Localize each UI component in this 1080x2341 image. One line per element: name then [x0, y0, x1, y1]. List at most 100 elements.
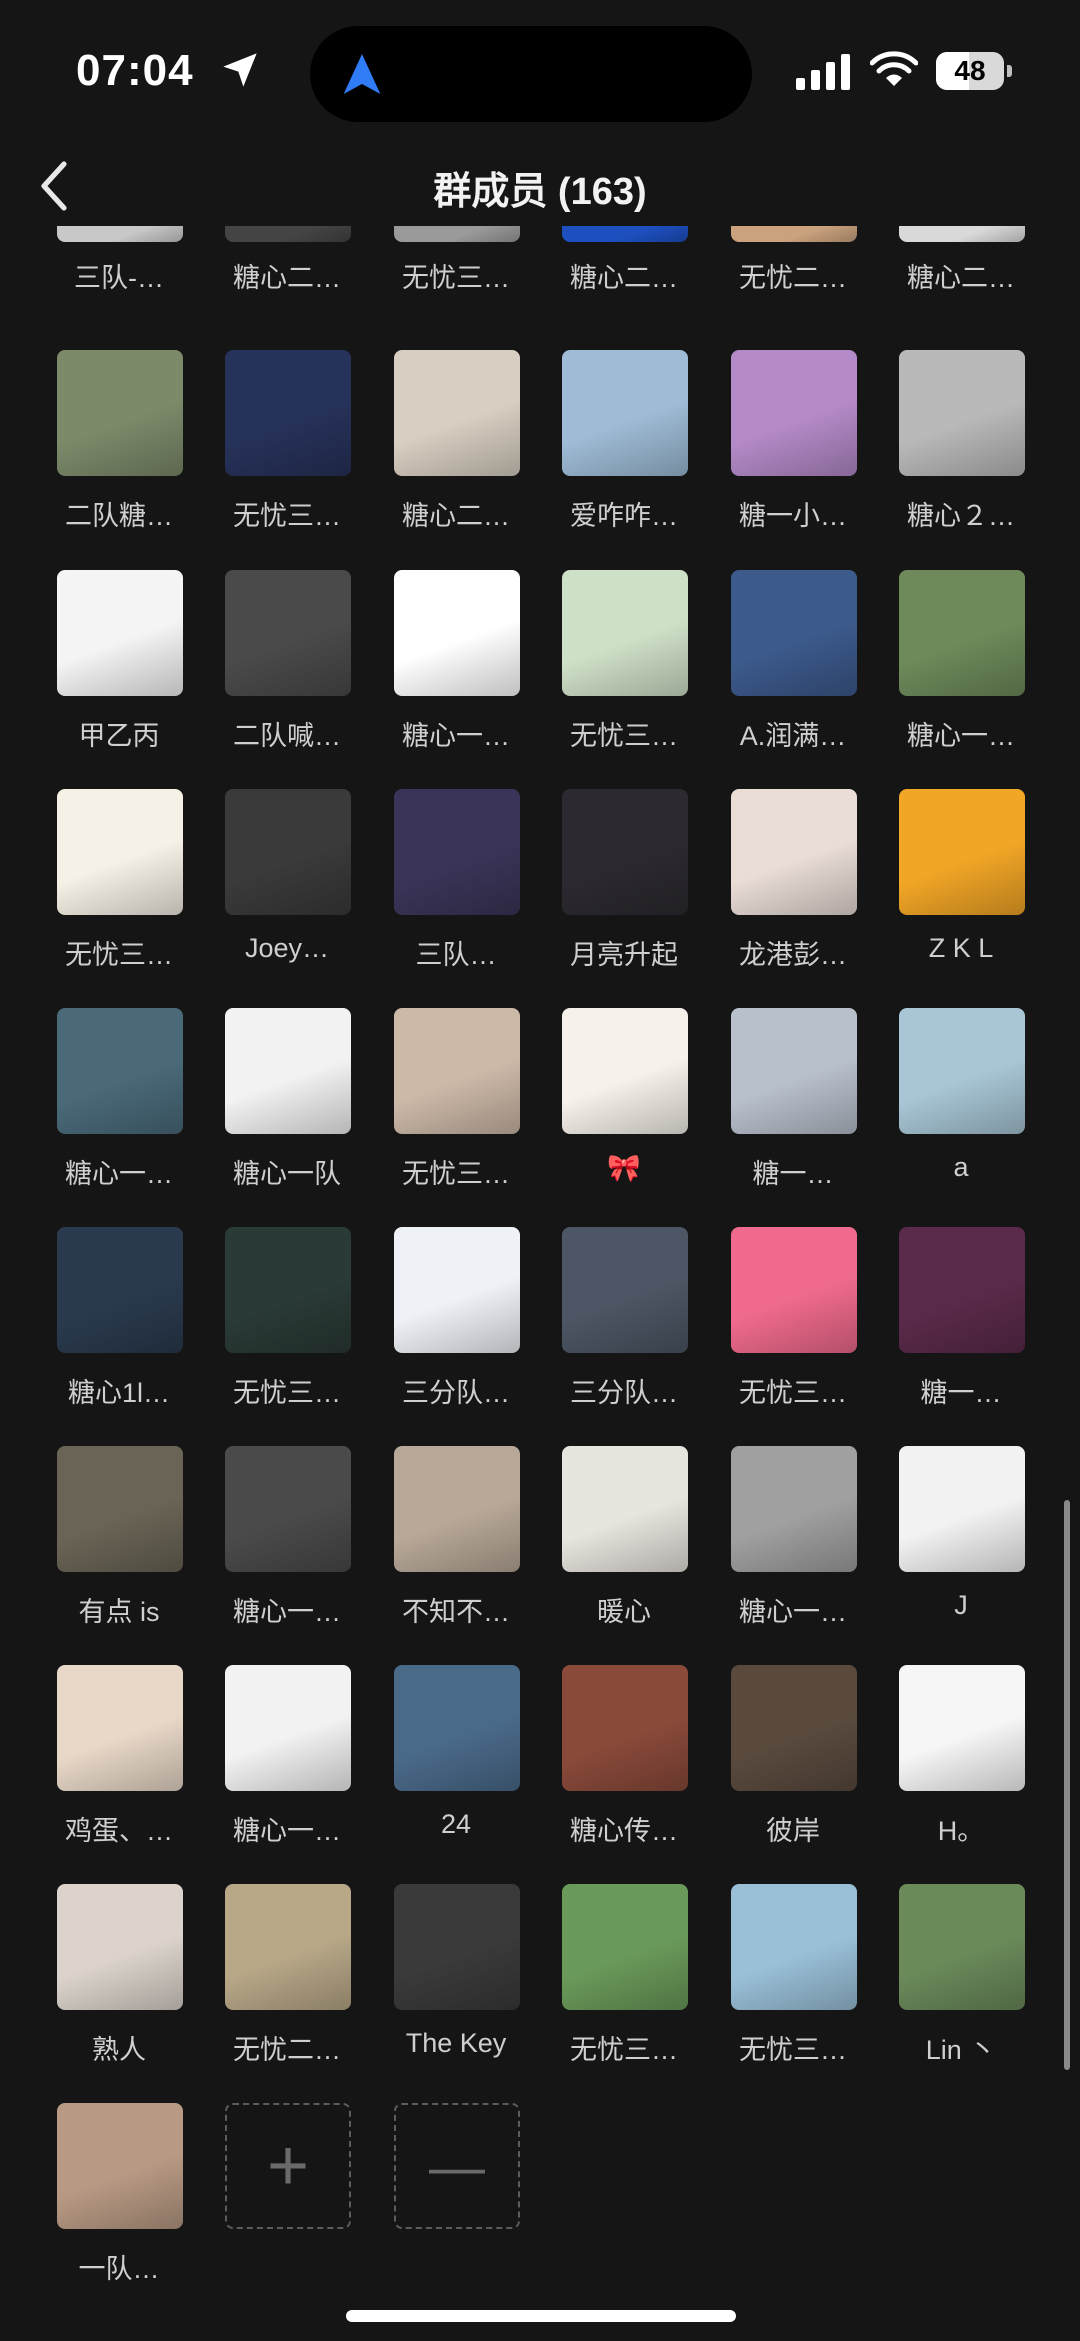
member-item[interactable]: 糖心一队: [203, 1008, 371, 1218]
remove-member-button[interactable]: —: [372, 2103, 540, 2313]
member-item[interactable]: 糖心二…: [203, 116, 371, 326]
scrollbar[interactable]: [1064, 1500, 1070, 2070]
member-avatar[interactable]: [394, 350, 520, 476]
member-avatar[interactable]: [57, 1227, 183, 1353]
member-item[interactable]: 糖心1l…: [35, 1227, 203, 1437]
member-avatar[interactable]: [225, 1884, 351, 2010]
member-avatar[interactable]: [394, 1227, 520, 1353]
member-item[interactable]: 无忧三…: [203, 350, 371, 560]
member-item[interactable]: H。: [877, 1665, 1045, 1875]
member-avatar[interactable]: [57, 1665, 183, 1791]
member-item[interactable]: 二队喊…: [203, 570, 371, 780]
member-item[interactable]: 糖心一…: [372, 570, 540, 780]
member-item[interactable]: 熟人: [35, 1884, 203, 2094]
member-avatar[interactable]: [394, 789, 520, 915]
member-avatar[interactable]: [225, 350, 351, 476]
member-item[interactable]: 龙港彭…: [709, 789, 877, 999]
member-item[interactable]: 糖心二…: [372, 350, 540, 560]
member-avatar[interactable]: [57, 1008, 183, 1134]
member-avatar[interactable]: [899, 789, 1025, 915]
member-avatar[interactable]: [225, 1008, 351, 1134]
member-avatar[interactable]: [731, 570, 857, 696]
member-item[interactable]: 无忧三…: [540, 570, 708, 780]
member-avatar[interactable]: [731, 1446, 857, 1572]
member-item[interactable]: 不知不…: [372, 1446, 540, 1656]
member-item[interactable]: 糖心一…: [877, 570, 1045, 780]
member-item[interactable]: 糖心２…: [877, 350, 1045, 560]
member-item[interactable]: A.润满…: [709, 570, 877, 780]
member-avatar[interactable]: [731, 789, 857, 915]
member-avatar[interactable]: [562, 1008, 688, 1134]
member-avatar[interactable]: [731, 1008, 857, 1134]
member-avatar[interactable]: [731, 226, 857, 242]
member-avatar[interactable]: [225, 1227, 351, 1353]
member-avatar[interactable]: [731, 350, 857, 476]
member-avatar[interactable]: [562, 1884, 688, 2010]
add-member-button[interactable]: +: [203, 2103, 371, 2313]
member-avatar[interactable]: [57, 350, 183, 476]
member-avatar[interactable]: [225, 1446, 351, 1572]
member-avatar[interactable]: [899, 1008, 1025, 1134]
member-item[interactable]: 三分队…: [372, 1227, 540, 1437]
member-item[interactable]: 糖心一…: [203, 1446, 371, 1656]
member-item[interactable]: 无忧二…: [709, 116, 877, 326]
member-avatar[interactable]: [57, 2103, 183, 2229]
member-avatar[interactable]: [394, 1008, 520, 1134]
member-item[interactable]: 糖一…: [877, 1227, 1045, 1437]
member-avatar[interactable]: [57, 226, 183, 242]
member-avatar[interactable]: [225, 570, 351, 696]
member-avatar[interactable]: [57, 1446, 183, 1572]
member-item[interactable]: 24: [372, 1665, 540, 1875]
member-avatar[interactable]: [57, 1884, 183, 2010]
member-avatar[interactable]: [562, 1446, 688, 1572]
member-avatar[interactable]: [562, 789, 688, 915]
member-item[interactable]: 无忧二…: [203, 1884, 371, 2094]
member-avatar[interactable]: [731, 1665, 857, 1791]
member-item[interactable]: 月亮升起: [540, 789, 708, 999]
member-avatar[interactable]: [731, 1227, 857, 1353]
member-item[interactable]: a: [877, 1008, 1045, 1218]
member-avatar[interactable]: [394, 1446, 520, 1572]
member-avatar[interactable]: [899, 1884, 1025, 2010]
member-item[interactable]: The Key: [372, 1884, 540, 2094]
member-item[interactable]: 无忧三…: [372, 116, 540, 326]
member-item[interactable]: 三分队…: [540, 1227, 708, 1437]
member-avatar[interactable]: [225, 789, 351, 915]
member-item[interactable]: 糖一小…: [709, 350, 877, 560]
member-avatar[interactable]: [899, 1446, 1025, 1572]
member-avatar[interactable]: [899, 226, 1025, 242]
member-avatar[interactable]: [394, 1884, 520, 2010]
member-avatar[interactable]: [57, 570, 183, 696]
member-item[interactable]: 三队-…: [35, 116, 203, 326]
member-item[interactable]: Lin 丶: [877, 1884, 1045, 2094]
member-avatar[interactable]: [225, 226, 351, 242]
member-item[interactable]: 有点 is: [35, 1446, 203, 1656]
member-item[interactable]: 糖心传…: [540, 1665, 708, 1875]
member-item[interactable]: 二队糖…: [35, 350, 203, 560]
member-item[interactable]: 糖心二…: [540, 116, 708, 326]
member-avatar[interactable]: [394, 226, 520, 242]
member-avatar[interactable]: [225, 1665, 351, 1791]
member-item[interactable]: 一队…: [35, 2103, 203, 2313]
member-avatar[interactable]: [394, 1665, 520, 1791]
member-item[interactable]: 无忧三…: [35, 789, 203, 999]
plus-icon[interactable]: +: [225, 2103, 351, 2229]
member-item[interactable]: 鸡蛋、…: [35, 1665, 203, 1875]
member-avatar[interactable]: [899, 350, 1025, 476]
member-item[interactable]: 甲乙丙: [35, 570, 203, 780]
member-avatar[interactable]: [562, 1227, 688, 1353]
member-item[interactable]: 无忧三…: [372, 1008, 540, 1218]
member-item[interactable]: 彼岸: [709, 1665, 877, 1875]
member-item[interactable]: 糖一…: [709, 1008, 877, 1218]
minus-icon[interactable]: —: [394, 2103, 520, 2229]
member-item[interactable]: J: [877, 1446, 1045, 1656]
member-item[interactable]: 无忧三…: [709, 1227, 877, 1437]
member-avatar[interactable]: [57, 789, 183, 915]
member-avatar[interactable]: [562, 226, 688, 242]
member-item[interactable]: Z K L: [877, 789, 1045, 999]
member-avatar[interactable]: [562, 350, 688, 476]
member-avatar[interactable]: [562, 1665, 688, 1791]
member-item[interactable]: 糖心一…: [709, 1446, 877, 1656]
member-avatar[interactable]: [899, 570, 1025, 696]
member-item[interactable]: Joey…: [203, 789, 371, 999]
